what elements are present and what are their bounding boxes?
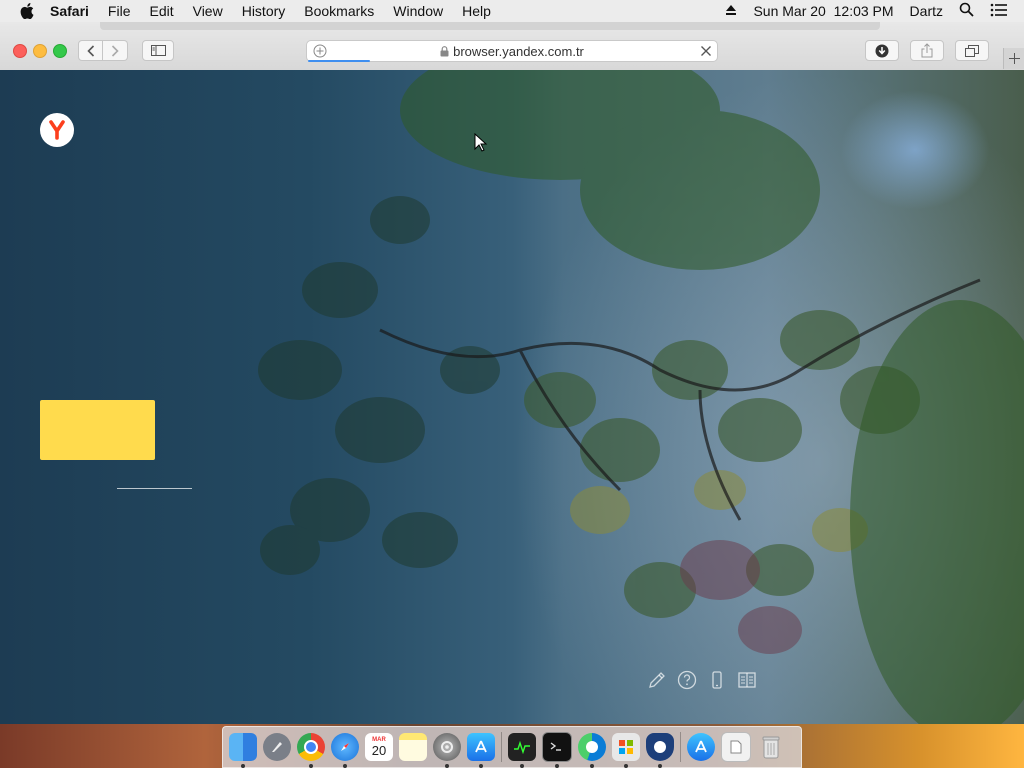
yandex-logo[interactable] <box>40 113 74 147</box>
share-icon <box>921 43 933 58</box>
menu-app-name[interactable]: Safari <box>50 3 89 19</box>
menu-file[interactable]: File <box>108 3 131 19</box>
trash-icon[interactable] <box>757 733 785 761</box>
new-tab-button[interactable] <box>1003 48 1024 69</box>
download-icon <box>875 44 889 57</box>
leaves-background-image <box>258 70 1024 724</box>
activity-monitor-icon[interactable] <box>508 733 536 768</box>
stop-loading-icon[interactable] <box>700 45 712 60</box>
eject-icon[interactable] <box>725 3 737 19</box>
menu-user[interactable]: Dartz <box>910 3 943 19</box>
calendar-day: 20 <box>371 742 387 758</box>
chrome-icon[interactable] <box>297 733 325 768</box>
minimize-window-button[interactable] <box>33 44 47 58</box>
plus-icon <box>1009 53 1020 64</box>
download-browser-button[interactable] <box>40 400 155 460</box>
menu-history[interactable]: History <box>242 3 286 19</box>
launchpad-icon[interactable] <box>263 733 291 761</box>
menu-help[interactable]: Help <box>462 3 491 19</box>
apple-menu-icon[interactable] <box>18 2 36 20</box>
menu-bar: Safari File Edit View History Bookmarks … <box>0 0 1024 22</box>
background-tab-strip <box>100 22 880 30</box>
sidebar-icon <box>150 45 166 56</box>
add-bookmark-icon[interactable] <box>313 44 327 61</box>
app-store-folder-icon[interactable] <box>687 733 715 761</box>
back-button[interactable] <box>78 40 103 61</box>
vpn-shield-icon[interactable] <box>646 733 674 768</box>
spotlight-search-icon[interactable] <box>959 2 974 20</box>
menu-bookmarks[interactable]: Bookmarks <box>304 3 374 19</box>
dock: MAR 20 <box>222 726 802 768</box>
yandex-y-icon <box>49 120 65 140</box>
company-building-icon[interactable] <box>735 668 759 692</box>
documents-folder-icon[interactable] <box>721 732 751 762</box>
zoom-window-button[interactable] <box>53 44 67 58</box>
address-bar[interactable]: browser.yandex.com.tr <box>306 40 718 62</box>
menu-edit[interactable]: Edit <box>149 3 173 19</box>
secondary-link[interactable] <box>117 488 192 489</box>
page-load-progress <box>308 60 370 62</box>
lock-icon <box>440 45 449 57</box>
notes-icon[interactable] <box>399 733 427 761</box>
web-page-content <box>0 70 1024 724</box>
microsoft-installer-icon[interactable] <box>612 733 640 768</box>
dock-separator <box>501 732 502 762</box>
menu-datetime[interactable]: Sun Mar 20 12:03 PM <box>753 3 893 19</box>
menu-view[interactable]: View <box>193 3 223 19</box>
forward-button[interactable] <box>103 40 128 61</box>
dock-separator <box>680 732 681 762</box>
finder-icon[interactable] <box>229 733 257 768</box>
edge-icon[interactable] <box>578 733 606 768</box>
tab-overview-button[interactable] <box>955 40 989 61</box>
sidebar-toggle-button[interactable] <box>142 40 174 61</box>
downloads-button[interactable] <box>865 40 899 61</box>
menu-window[interactable]: Window <box>393 3 443 19</box>
chevron-right-icon <box>111 44 119 57</box>
mobile-phone-icon[interactable] <box>705 668 729 692</box>
tabs-icon <box>965 44 979 57</box>
share-button[interactable] <box>910 40 944 61</box>
edit-pencil-icon[interactable] <box>645 668 669 692</box>
url-text: browser.yandex.com.tr <box>453 43 584 59</box>
mouse-pointer-icon <box>474 133 488 152</box>
notification-center-icon[interactable] <box>990 3 1008 20</box>
system-preferences-icon[interactable] <box>433 733 461 768</box>
calendar-icon[interactable]: MAR 20 <box>365 733 393 761</box>
chevron-left-icon <box>86 44 94 57</box>
safari-icon[interactable] <box>331 733 359 768</box>
close-window-button[interactable] <box>13 44 27 58</box>
help-icon[interactable] <box>675 668 699 692</box>
terminal-icon[interactable] <box>542 732 572 768</box>
app-store-icon[interactable] <box>467 733 495 768</box>
